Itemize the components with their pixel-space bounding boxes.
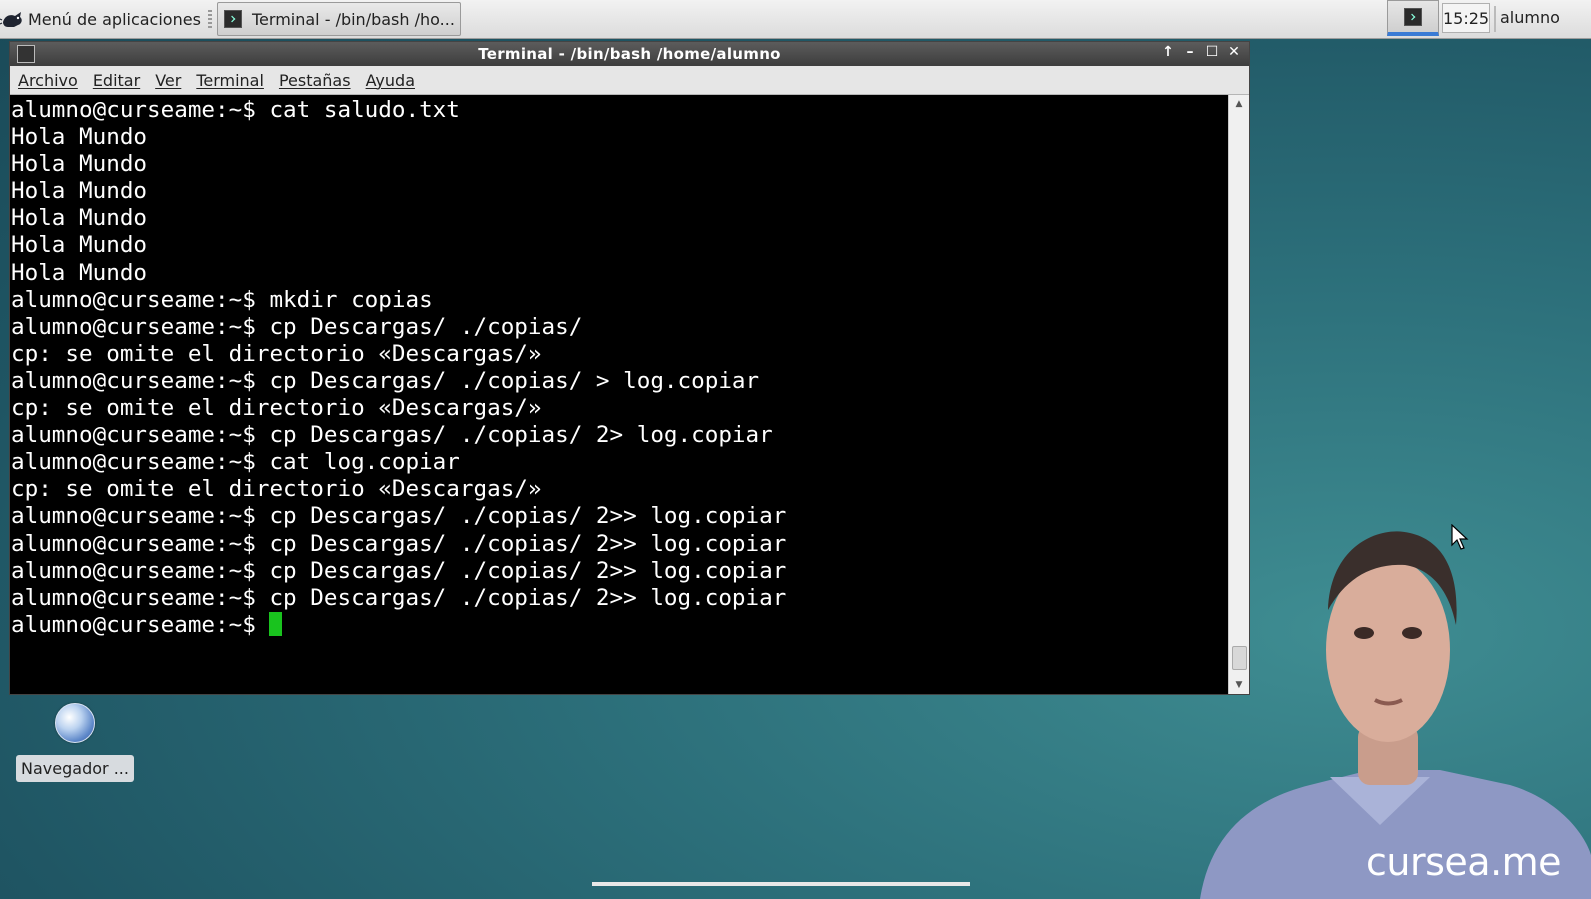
terminal-icon [1404, 7, 1422, 26]
terminal-line: alumno@curseame:~$ cat log.copiar [11, 449, 460, 476]
desktop-icon-label: Navegador ... [16, 755, 134, 782]
terminal-line: alumno@curseame:~$ cp Descargas/ ./copia… [11, 367, 760, 394]
terminal-line: alumno@curseame:~$ cp Descargas/ ./copia… [11, 530, 787, 557]
menu-editar[interactable]: Editar [93, 71, 140, 90]
terminal-prompt: alumno@curseame:~$ [11, 611, 270, 638]
menu-archivo[interactable]: Archivo [18, 71, 78, 90]
terminal-prompt-line[interactable]: alumno@curseame:~$ [11, 611, 1231, 639]
terminal-line: alumno@curseame:~$ cat saludo.txt [11, 97, 460, 123]
applications-menu-label: Menú de aplicaciones [28, 9, 201, 29]
terminal-line: alumno@curseame:~$ mkdir copias [11, 286, 433, 313]
terminal-line: cp: se omite el directorio «Descargas/» [11, 395, 542, 422]
window-titlebar[interactable]: Terminal - /bin/bash /home/alumno ↑ – ☐ … [10, 42, 1249, 66]
window-title: Terminal - /bin/bash /home/alumno [478, 45, 781, 63]
top-panel: Menú de aplicaciones Terminal - /bin/bas… [0, 0, 1591, 39]
workspace-switcher[interactable] [1387, 0, 1439, 36]
desktop-icon-navegador[interactable]: Navegador ... [15, 703, 135, 782]
video-progress-bar [592, 882, 970, 886]
scroll-up-icon[interactable]: ▲ [1229, 95, 1249, 113]
terminal-line: Hola Mundo [11, 259, 148, 286]
terminal-line: alumno@curseame:~$ cp Descargas/ ./copia… [11, 313, 583, 340]
applications-menu-button[interactable]: Menú de aplicaciones [0, 4, 201, 34]
menu-bar: Archivo Editar Ver Terminal Pestañas Ayu… [10, 66, 1249, 95]
close-icon[interactable]: ✕ [1227, 44, 1241, 60]
mouse-pointer-icon [1451, 524, 1469, 550]
terminal-icon [224, 10, 242, 28]
terminal-line: Hola Mundo [11, 151, 148, 178]
menu-pestanas[interactable]: Pestañas [279, 71, 351, 90]
menu-ayuda[interactable]: Ayuda [366, 71, 415, 90]
panel-separator [208, 10, 212, 28]
clock[interactable]: 15:25 [1442, 3, 1490, 33]
minimize-icon[interactable]: – [1183, 44, 1197, 60]
watermark-logo: cursea.me [1366, 840, 1562, 884]
xfce-mouse-icon [0, 12, 22, 27]
terminal-line: alumno@curseame:~$ cp Descargas/ ./copia… [11, 503, 787, 530]
terminal-output[interactable]: alumno@curseame:~$ cat saludo.txt Hola Mu… [10, 95, 1231, 694]
terminal-line: alumno@curseame:~$ cp Descargas/ ./copia… [11, 584, 787, 611]
panel-separator [1494, 6, 1496, 32]
terminal-line: Hola Mundo [11, 178, 148, 205]
keep-above-icon[interactable]: ↑ [1161, 44, 1175, 60]
terminal-line: Hola Mundo [11, 232, 148, 259]
terminal-line: Hola Mundo [11, 205, 148, 232]
taskbar-terminal-label: Terminal - /bin/bash /ho... [252, 9, 455, 29]
terminal-line: cp: se omite el directorio «Descargas/» [11, 340, 542, 367]
terminal-window: Terminal - /bin/bash /home/alumno ↑ – ☐ … [9, 41, 1250, 695]
taskbar-terminal-button[interactable]: Terminal - /bin/bash /ho... [217, 2, 461, 36]
terminal-line: cp: se omite el directorio «Descargas/» [11, 476, 542, 503]
terminal-text: alumno@curseame:~$ cat saludo.txt Hola Mu… [10, 95, 1231, 639]
terminal-line: alumno@curseame:~$ cp Descargas/ ./copia… [11, 557, 787, 584]
window-controls: ↑ – ☐ ✕ [1161, 44, 1241, 60]
menu-terminal[interactable]: Terminal [196, 71, 264, 90]
terminal-line: Hola Mundo [11, 124, 148, 151]
terminal-line: alumno@curseame:~$ cp Descargas/ ./copia… [11, 422, 773, 449]
user-name[interactable]: alumno [1500, 8, 1560, 27]
globe-icon [55, 703, 95, 743]
menu-ver[interactable]: Ver [155, 71, 181, 90]
text-cursor [269, 611, 283, 636]
maximize-icon[interactable]: ☐ [1205, 44, 1219, 60]
